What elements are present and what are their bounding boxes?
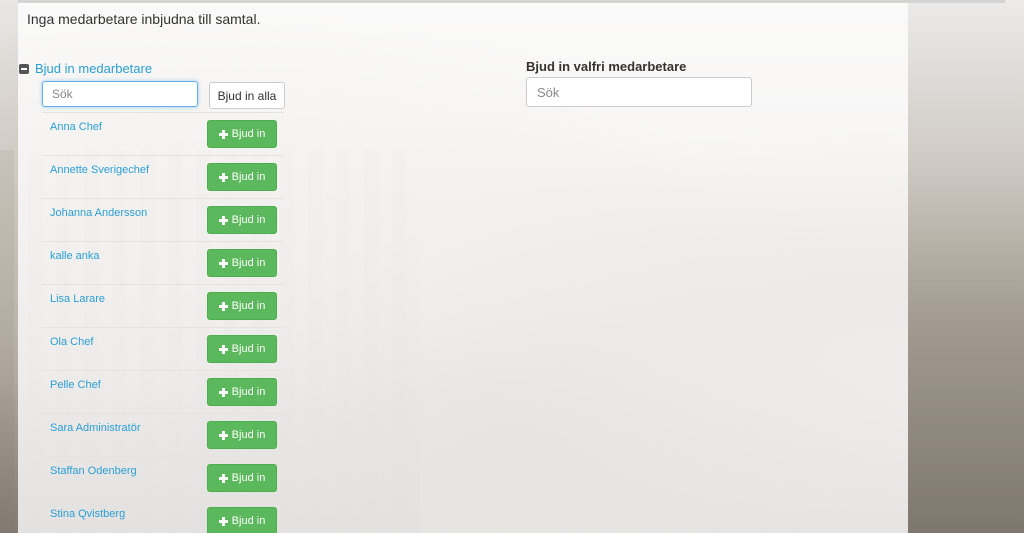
- list-item: Lisa Larare Bjud in: [42, 284, 284, 327]
- any-employee-search-input[interactable]: [526, 77, 752, 107]
- no-invites-notice: Inga medarbetare inbjudna till samtal.: [27, 11, 261, 27]
- list-item: Stina Qvistberg Bjud in: [42, 499, 284, 533]
- list-item: Johanna Andersson Bjud in: [42, 198, 284, 241]
- list-item: Staffan Odenberg Bjud in: [42, 456, 284, 499]
- employee-name-link[interactable]: Staffan Odenberg: [50, 465, 137, 477]
- invite-button[interactable]: Bjud in: [207, 507, 277, 533]
- invite-button[interactable]: Bjud in: [207, 120, 277, 148]
- list-item: Annette Sverigechef Bjud in: [42, 155, 284, 198]
- invite-section-toggle-label[interactable]: Bjud in medarbetare: [35, 61, 152, 76]
- employee-name-link[interactable]: Pelle Chef: [50, 379, 101, 391]
- any-employee-title: Bjud in valfri medarbetare: [526, 59, 687, 74]
- top-divider: [18, 0, 1005, 3]
- invite-button-label: Bjud in: [231, 128, 266, 140]
- invite-button[interactable]: Bjud in: [207, 335, 277, 363]
- invite-button-label: Bjud in: [231, 386, 266, 398]
- list-item: Pelle Chef Bjud in: [42, 370, 284, 413]
- plus-icon: [218, 301, 228, 311]
- plus-icon: [218, 473, 228, 483]
- employee-list: Anna Chef Bjud in Annette Sverigechef Bjud …: [42, 112, 284, 533]
- invite-button-label: Bjud in: [231, 171, 266, 183]
- list-item: Ola Chef Bjud in: [42, 327, 284, 370]
- invite-button[interactable]: Bjud in: [207, 421, 277, 449]
- employee-search-input[interactable]: [42, 81, 198, 107]
- invite-all-button[interactable]: Bjud in alla: [209, 82, 285, 109]
- list-item: Sara Administratör Bjud in: [42, 413, 284, 456]
- employee-name-link[interactable]: Lisa Larare: [50, 293, 105, 305]
- plus-icon: [218, 258, 228, 268]
- invite-button[interactable]: Bjud in: [207, 378, 277, 406]
- list-item: Anna Chef Bjud in: [42, 112, 284, 155]
- invite-button-label: Bjud in: [231, 472, 266, 484]
- plus-icon: [218, 430, 228, 440]
- minus-square-icon[interactable]: [19, 63, 29, 74]
- invite-button[interactable]: Bjud in: [207, 249, 277, 277]
- plus-icon: [218, 516, 228, 526]
- employee-name-link[interactable]: Anna Chef: [50, 121, 102, 133]
- invite-button[interactable]: Bjud in: [207, 206, 277, 234]
- invite-button-label: Bjud in: [231, 343, 266, 355]
- plus-icon: [218, 344, 228, 354]
- employee-name-link[interactable]: Annette Sverigechef: [50, 164, 149, 176]
- invite-button[interactable]: Bjud in: [207, 464, 277, 492]
- plus-icon: [218, 172, 228, 182]
- employee-name-link[interactable]: Ola Chef: [50, 336, 93, 348]
- invite-button[interactable]: Bjud in: [207, 292, 277, 320]
- plus-icon: [218, 129, 228, 139]
- list-item: kalle anka Bjud in: [42, 241, 284, 284]
- invite-button-label: Bjud in: [231, 300, 266, 312]
- invite-button-label: Bjud in: [231, 214, 266, 226]
- invite-section-toggle[interactable]: Bjud in medarbetare: [19, 61, 152, 76]
- background-right: [908, 0, 1024, 533]
- invite-button-label: Bjud in: [231, 257, 266, 269]
- employee-name-link[interactable]: Johanna Andersson: [50, 207, 147, 219]
- invite-button-label: Bjud in: [231, 429, 266, 441]
- invite-button[interactable]: Bjud in: [207, 163, 277, 191]
- employee-name-link[interactable]: Stina Qvistberg: [50, 508, 125, 520]
- plus-icon: [218, 387, 228, 397]
- employee-name-link[interactable]: kalle anka: [50, 250, 100, 262]
- employee-name-link[interactable]: Sara Administratör: [50, 422, 140, 434]
- plus-icon: [218, 215, 228, 225]
- invite-button-label: Bjud in: [231, 515, 266, 527]
